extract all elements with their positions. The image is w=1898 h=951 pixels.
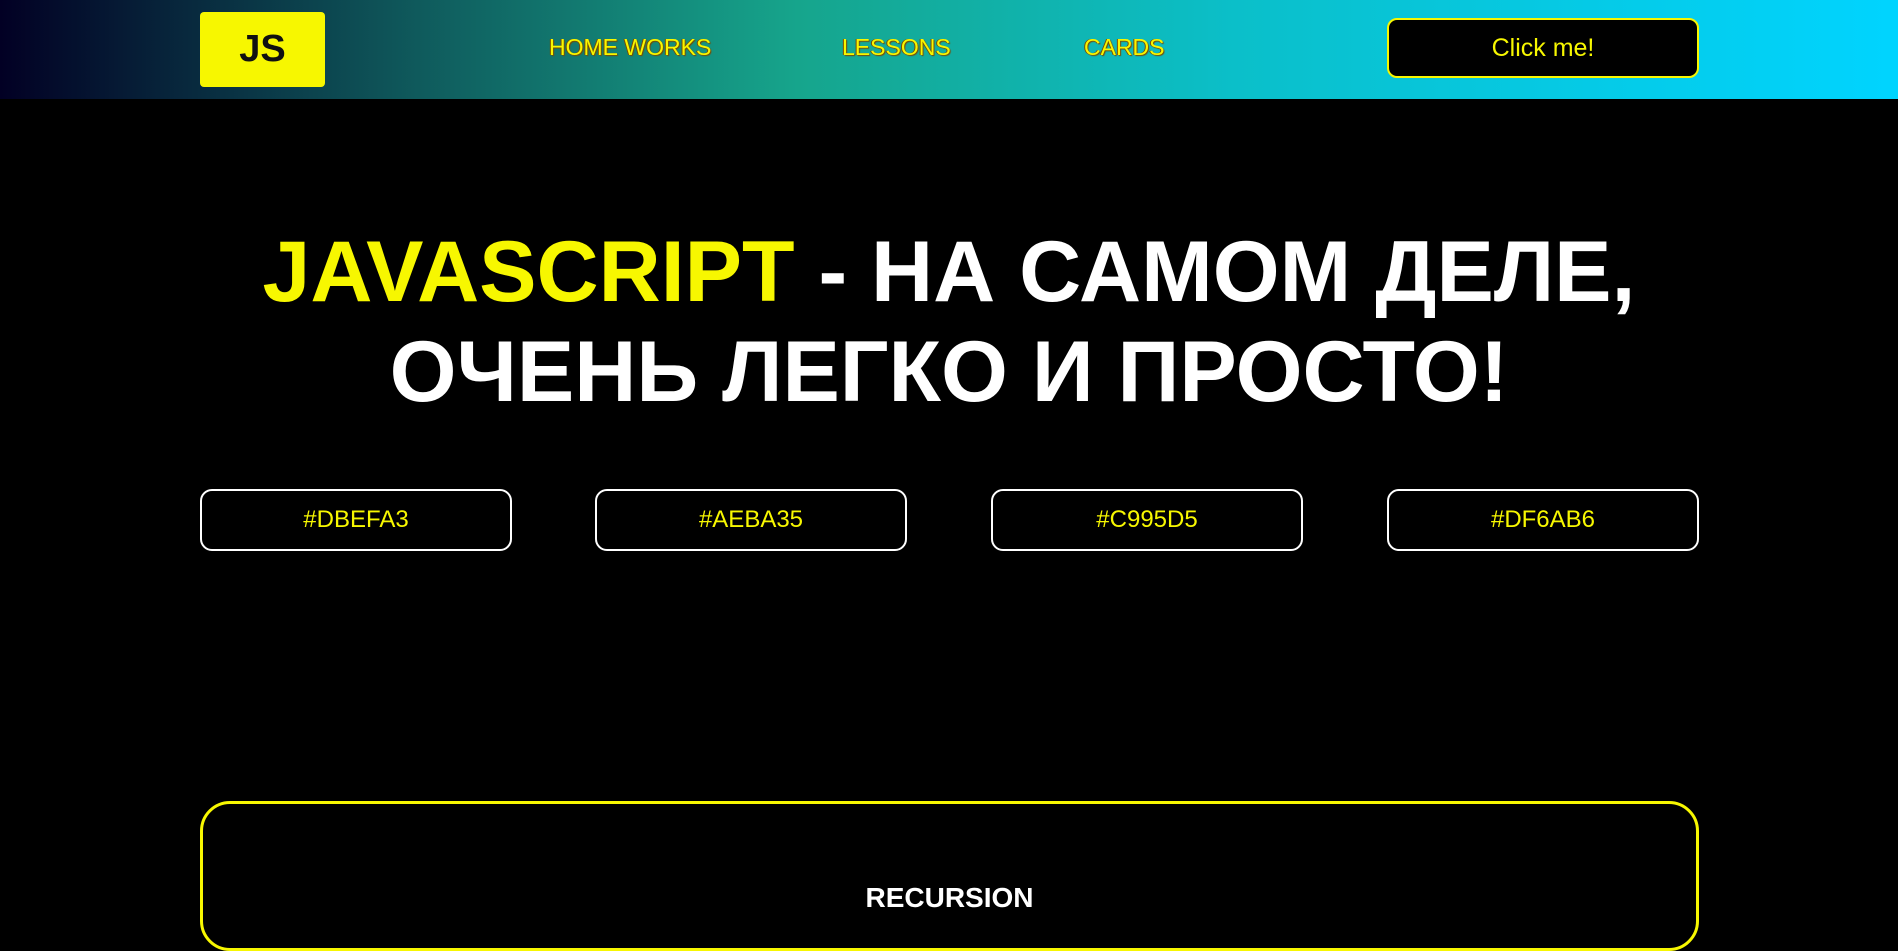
hero-line1-rest: - НА САМОМ ДЕЛЕ, (794, 224, 1636, 320)
recursion-card: RECURSION (200, 801, 1699, 951)
hero-line2: ОЧЕНЬ ЛЕГКО И ПРОСТО! (389, 324, 1509, 420)
site-header: JS HOME WORKS LESSONS CARDS Click me! (0, 0, 1898, 99)
color-button-3[interactable]: #C995D5 (991, 489, 1303, 551)
click-me-button[interactable]: Click me! (1387, 18, 1699, 78)
color-button-4[interactable]: #DF6AB6 (1387, 489, 1699, 551)
nav-link-home-works[interactable]: HOME WORKS (549, 34, 711, 61)
hero-accent: JAVASCRIPT (262, 224, 795, 320)
nav-link-cards[interactable]: CARDS (1084, 34, 1165, 61)
logo[interactable]: JS (200, 12, 325, 87)
color-button-2[interactable]: #AEBA35 (595, 489, 907, 551)
hero-title: JAVASCRIPT - НА САМОМ ДЕЛЕ, ОЧЕНЬ ЛЕГКО … (150, 222, 1748, 422)
nav-link-lessons[interactable]: LESSONS (842, 34, 951, 61)
card-title: RECURSION (865, 882, 1034, 913)
color-button-1[interactable]: #DBEFA3 (200, 489, 512, 551)
